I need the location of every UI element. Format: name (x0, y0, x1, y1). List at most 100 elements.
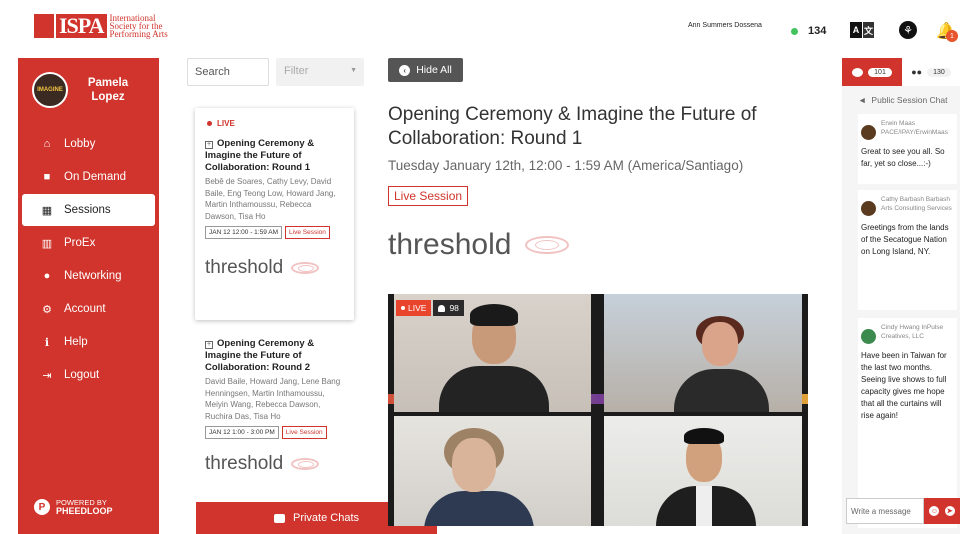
sponsor-logo-text: threshold (205, 453, 284, 474)
logo-short: ISPA (56, 14, 107, 38)
sidebar-nav: ⌂ Lobby ■ On Demand ▦ Sessions ▥ ProEx ●… (18, 128, 159, 392)
logo-block (34, 14, 54, 38)
viewer-count-badge: 98 (433, 300, 464, 316)
attendee-count: 130 (927, 67, 951, 77)
online-count: 134 (808, 25, 827, 37)
send-icon[interactable]: ➤ (944, 506, 955, 516)
sidebar-item-label: Networking (64, 270, 122, 282)
booth-icon: ▥ (41, 237, 53, 250)
sponsor-logo: threshold (205, 453, 344, 475)
viewer-count: 98 (449, 303, 459, 313)
video-player[interactable]: LIVE 98 (388, 294, 808, 526)
home-icon: ⌂ (43, 138, 51, 150)
session-title: Opening Ceremony & Imagine the Future of… (388, 104, 757, 149)
chat-message-header: Erwin Maas PACE/IPAY/ErwinMaas (861, 119, 954, 140)
sidebar-item-label: Sessions (64, 204, 111, 216)
participant-body (674, 369, 769, 412)
session-card-title[interactable]: + Opening Ceremony & Imagine the Future o… (205, 338, 344, 374)
sidebar-item-lobby[interactable]: ⌂ Lobby (22, 128, 155, 160)
video-live-label: LIVE (408, 303, 427, 313)
participant-head (452, 438, 496, 492)
video-tile (604, 416, 802, 526)
calendar-icon: ▦ (41, 204, 53, 217)
hide-all-label: Hide All (416, 64, 452, 76)
session-card[interactable]: LIVE + Opening Ceremony & Imagine the Fut… (195, 108, 354, 320)
sidebar-item-logout[interactable]: ⇥ Logout (22, 359, 155, 391)
logo-text: International Society for the Performing… (110, 14, 168, 39)
bell-icon[interactable]: 🔔 1 (936, 21, 958, 42)
search-input[interactable] (187, 58, 269, 86)
tab-attendees[interactable]: ●● 130 (902, 58, 960, 86)
video-badges: LIVE 98 (396, 300, 464, 316)
avatar[interactable] (861, 201, 876, 216)
chat-message-text: Have been in Taiwan for the last two mon… (861, 351, 947, 420)
session-card-speakers: Bebê de Soares, Cathy Levy, David Baile,… (205, 177, 336, 221)
participant-hair (684, 428, 724, 444)
live-dot-icon (207, 121, 212, 126)
chat-message-author[interactable]: Cindy Hwang InPulse Creatives, LLC (881, 323, 954, 341)
chat-bubble-icon (852, 67, 864, 77)
avatar[interactable] (861, 329, 876, 344)
session-card-title[interactable]: + Opening Ceremony & Imagine the Future o… (205, 138, 344, 174)
sidebar-item-proex[interactable]: ▥ ProEx (22, 227, 155, 259)
chat-message: Cindy Hwang InPulse Creatives, LLC Have … (858, 318, 957, 528)
translate-icon[interactable]: A 文 (850, 22, 874, 38)
accessibility-icon[interactable]: ⚘ (899, 21, 917, 39)
profile[interactable]: IMAGINE Pamela Lopez (32, 72, 138, 108)
avatar[interactable] (861, 125, 876, 140)
live-indicator: LIVE (207, 119, 344, 128)
swirl-icon (291, 458, 320, 470)
powered-by[interactable]: P POWERED BY PHEEDLOOP (34, 498, 113, 516)
video-tile (394, 416, 591, 526)
tab-chat[interactable]: 101 (842, 58, 902, 86)
private-chats-label: Private Chats (292, 512, 360, 524)
participant-body (424, 491, 534, 526)
sidebar-item-networking[interactable]: ● Networking (22, 260, 155, 292)
translate-a: A (850, 22, 862, 38)
chat-count: 101 (868, 67, 892, 77)
online-dot-icon (791, 27, 798, 35)
chat-message: Erwin Maas PACE/IPAY/ErwinMaas Great to … (858, 114, 957, 184)
session-card[interactable]: + Opening Ceremony & Imagine the Future o… (195, 330, 354, 510)
chat-message-author[interactable]: Cathy Barbash Barbash Arts Consulting Se… (881, 195, 954, 213)
ispa-logo[interactable]: ISPA International Society for the Perfo… (34, 14, 168, 39)
chat-message-input[interactable] (846, 498, 924, 524)
sidebar-item-help[interactable]: ℹ Help (22, 326, 155, 358)
expand-icon[interactable]: + (205, 141, 213, 149)
session-sponsor-text: threshold (388, 228, 512, 261)
chat-bubble-icon (273, 513, 285, 523)
users-icon: ● (43, 270, 51, 282)
session-time: Tuesday January 12th, 12:00 - 1:59 AM (A… (388, 158, 744, 173)
chevron-down-icon: ▼ (350, 67, 357, 74)
date-tag: JAN 12 1:00 - 3:00 PM (205, 426, 279, 439)
app-root: ISPA International Society for the Perfo… (0, 0, 960, 534)
live-label: LIVE (217, 119, 235, 128)
sidebar-item-label: Lobby (64, 138, 96, 150)
sidebar-item-on-demand[interactable]: ■ On Demand (22, 161, 155, 193)
sidebar-item-label: Logout (64, 369, 100, 381)
top-header: ISPA International Society for the Perfo… (0, 0, 960, 58)
sponsor-logo-text: threshold (205, 257, 284, 278)
session-type-tag: Live Session (281, 426, 327, 439)
video-camera-icon: ■ (43, 171, 51, 183)
sidebar-item-label: Account (64, 303, 106, 315)
emoji-icon[interactable]: ☺ (929, 506, 940, 516)
session-type-badge: Live Session (388, 186, 469, 206)
chat-message-author[interactable]: Erwin Maas PACE/IPAY/ErwinMaas (881, 119, 954, 137)
hide-all-button[interactable]: ‹ Hide All (388, 58, 463, 82)
megaphone-icon: ◄ (858, 95, 867, 105)
users-icon: ●● (911, 67, 923, 77)
sidebar-item-label: On Demand (64, 171, 127, 183)
session-card-speakers: David Baile, Howard Jang, Lene Bang Henn… (205, 377, 341, 421)
expand-icon[interactable]: + (205, 341, 213, 349)
sidebar-item-account[interactable]: ⚙ Account (22, 293, 155, 325)
sidebar-item-sessions[interactable]: ▦ Sessions (22, 194, 155, 226)
header-user-name[interactable]: Ann Summers Dossena (688, 22, 762, 29)
filter-select[interactable]: Filter ▼ (276, 58, 364, 86)
user-icon (438, 304, 446, 312)
gear-icon: ⚙ (42, 303, 52, 316)
profile-name: Pamela Lopez (87, 77, 129, 103)
powered-brand: PHEEDLOOP (56, 506, 113, 516)
notification-badge: 1 (946, 30, 958, 42)
swirl-icon (291, 262, 320, 274)
